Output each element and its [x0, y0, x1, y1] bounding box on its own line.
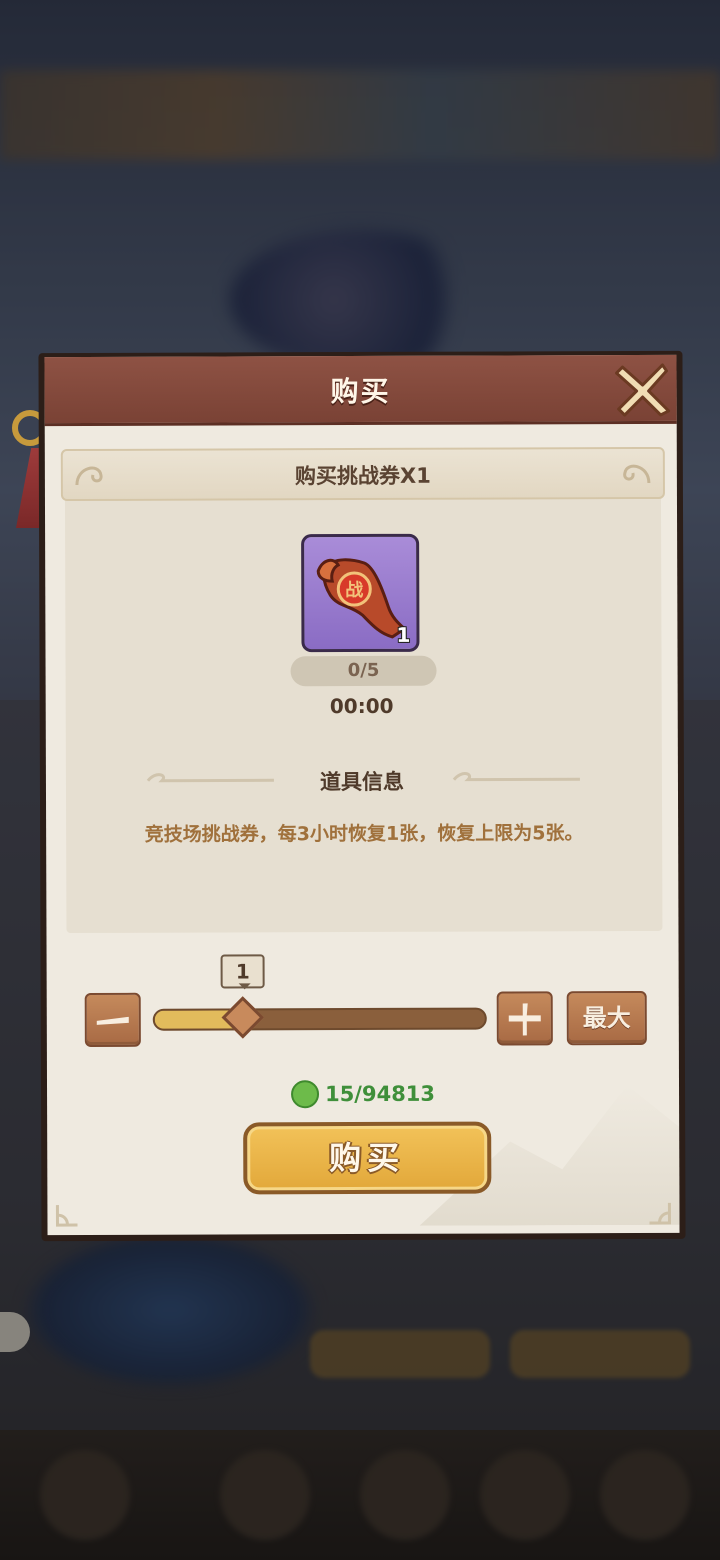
item-info-title: 道具信息 — [319, 769, 404, 795]
item-count: 1 — [396, 622, 411, 647]
item-name-banner: 购买挑战券X1 — [60, 446, 665, 502]
cloud-swirl-icon — [623, 464, 651, 484]
dialog-title: 购买 — [330, 374, 391, 409]
buy-button[interactable]: 购买 — [243, 1121, 492, 1195]
divider-right-icon — [452, 772, 580, 782]
quantity-tooltip: 1 — [220, 954, 265, 989]
cost-value: 15/94813 — [325, 1081, 436, 1107]
item-name-title: 购买挑战券X1 — [294, 463, 431, 489]
max-button[interactable]: 最大 — [566, 991, 647, 1046]
battle-ticket-scroll-icon[interactable]: 战 1 — [301, 533, 420, 653]
slider-handle[interactable] — [221, 996, 265, 1039]
increase-button[interactable] — [496, 991, 553, 1046]
decrease-button[interactable] — [84, 992, 141, 1047]
recovery-timer: 00:00 — [329, 693, 394, 719]
dialog-body: 购买 购买挑战券X1 战 1 0/5 00:00 道具信息 竞技场挑战券，每3小… — [44, 354, 680, 1236]
close-icon[interactable] — [612, 359, 672, 419]
plus-icon — [508, 1003, 541, 1036]
dialog-header: 购买 — [44, 354, 677, 427]
corner-ornament-icon — [649, 1202, 671, 1225]
cost-display: 15/94813 — [47, 1079, 679, 1109]
item-description: 竞技场挑战券，每3小时恢复1张，恢复上限为5张。 — [144, 822, 584, 846]
stock-counter: 0/5 — [290, 655, 437, 687]
purchase-dialog: 购买 购买挑战券X1 战 1 0/5 00:00 道具信息 竞技场挑战券，每3小… — [38, 350, 686, 1242]
jade-coin-icon — [291, 1080, 320, 1109]
corner-ornament-icon — [55, 1205, 78, 1227]
minus-icon — [96, 1016, 129, 1025]
svg-text:战: 战 — [345, 580, 363, 601]
max-button-label: 最大 — [582, 1004, 631, 1033]
buy-button-label: 购买 — [329, 1138, 406, 1178]
quantity-slider[interactable] — [152, 1007, 487, 1031]
